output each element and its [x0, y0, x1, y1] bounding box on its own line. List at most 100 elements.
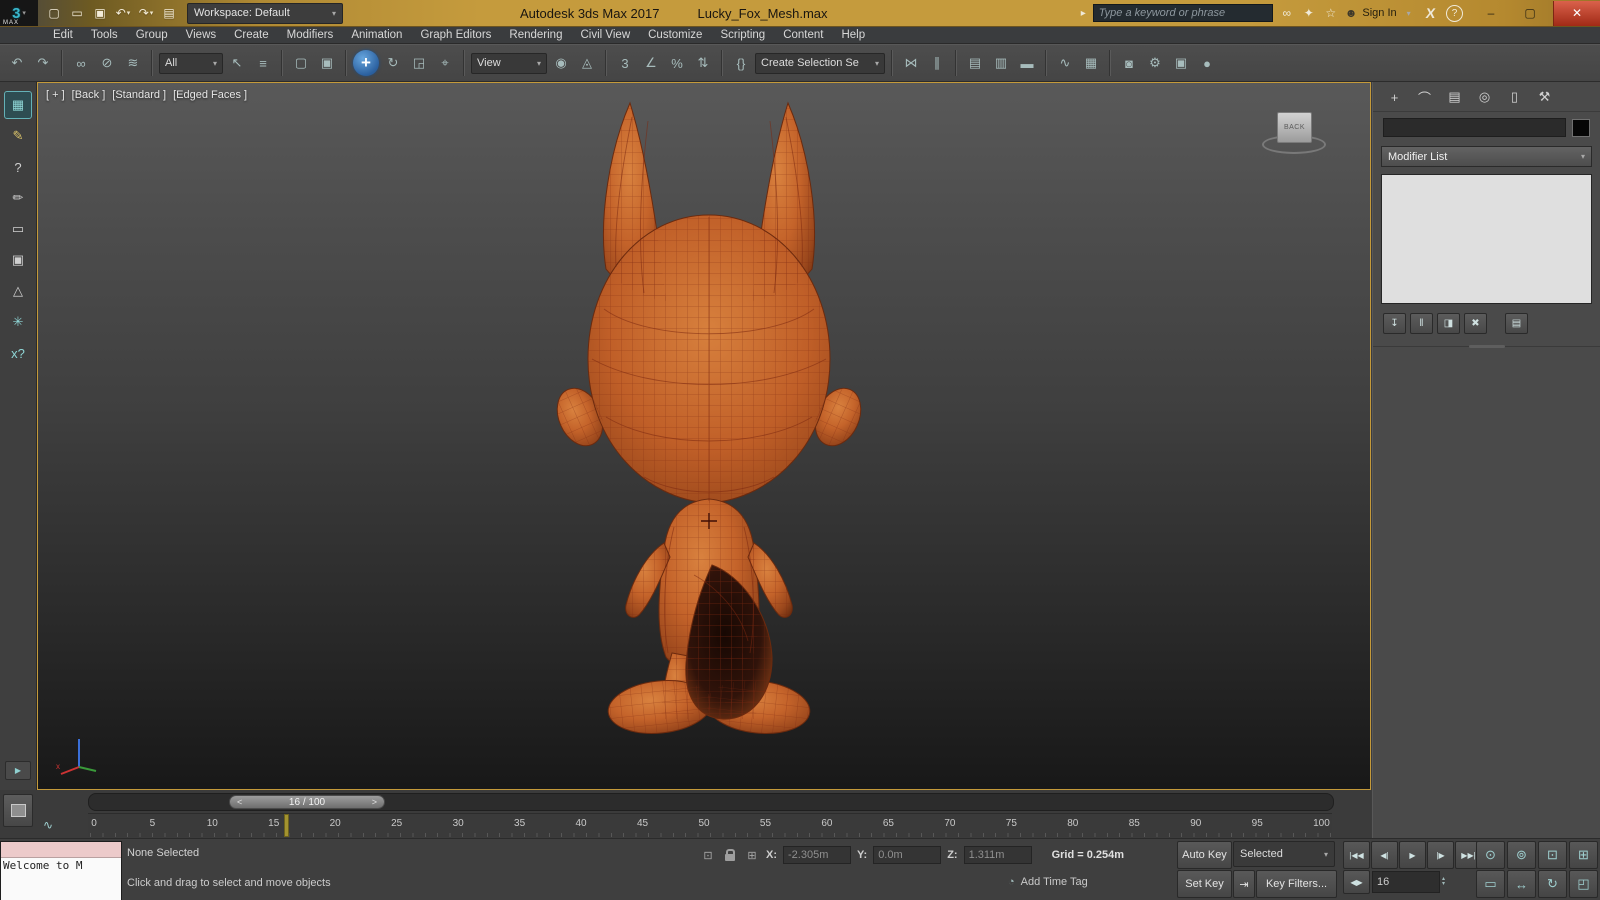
zoom-button[interactable]: ⊙ [1476, 841, 1505, 869]
zoom-extents-all-button[interactable]: ⊞ [1569, 841, 1598, 869]
window-crossing-toggle-icon[interactable]: ▣ [315, 51, 339, 75]
zoom-region-button[interactable]: ▭ [1476, 870, 1505, 898]
viewport-label-standard[interactable]: [Standard ] [112, 89, 166, 101]
communication-center-icon[interactable]: ✦ [1302, 6, 1316, 20]
snaps-toggle-icon[interactable]: 3 [613, 51, 637, 75]
menu-item-modifiers[interactable]: Modifiers [278, 26, 343, 44]
select-object-icon[interactable]: ↖ [225, 51, 249, 75]
named-selection-sets-dropdown[interactable]: Create Selection Se▾ [755, 53, 885, 74]
redo-icon[interactable]: ↷ [31, 51, 55, 75]
viewport-label-back[interactable]: [Back ] [72, 89, 106, 101]
previous-frame-arrow[interactable]: < [237, 797, 242, 807]
chevron-down-icon[interactable]: ▾ [150, 9, 154, 17]
mirror-icon[interactable]: ⋈ [899, 51, 923, 75]
selection-lock-icon[interactable] [722, 847, 738, 863]
grid-select-icon[interactable]: ▦ [5, 92, 31, 118]
time-slider-handle[interactable]: < 16 / 100 > [229, 795, 385, 809]
viewcube[interactable]: BACK [1262, 109, 1326, 157]
maxscript-mini-listener[interactable]: Welcome to M [0, 841, 122, 900]
spinner-down-icon[interactable]: ▾ [1442, 882, 1445, 887]
key-mode-toggle-button[interactable]: ◀▶ [1343, 870, 1370, 894]
modifier-list-dropdown[interactable]: Modifier List ▾ [1381, 146, 1592, 167]
viewport-label-edged-faces[interactable]: [Edged Faces ] [173, 89, 247, 101]
orbit-button[interactable]: ↻ [1538, 870, 1567, 898]
menu-item-create[interactable]: Create [225, 26, 278, 44]
reference-coordinate-system-dropdown[interactable]: View▾ [471, 53, 547, 74]
menu-item-customize[interactable]: Customize [639, 26, 711, 44]
maximize-viewport-toggle-button[interactable]: ◰ [1569, 870, 1598, 898]
remove-modifier-button[interactable]: ✖ [1464, 313, 1487, 334]
xy-query-icon[interactable]: x? [5, 340, 31, 366]
select-and-link-icon[interactable]: ∞ [69, 51, 93, 75]
render-production-icon[interactable]: ● [1195, 51, 1219, 75]
close-button[interactable]: ✕ [1553, 1, 1600, 26]
macro-recorder-pane[interactable] [1, 842, 121, 858]
x-position-field[interactable] [783, 846, 851, 864]
clone-stack-icon[interactable]: ▣ [5, 247, 31, 273]
display-tab[interactable]: ▯ [1503, 87, 1526, 107]
zoom-all-button[interactable]: ⊚ [1507, 841, 1536, 869]
rendered-frame-window-icon[interactable]: ▣ [1169, 51, 1193, 75]
configure-modifier-sets-button[interactable]: ▤ [1505, 313, 1528, 334]
rectangular-selection-region-icon[interactable]: ▢ [289, 51, 313, 75]
viewcube-face-back[interactable]: BACK [1277, 112, 1312, 143]
modify-tab[interactable]: ⌒ [1413, 87, 1436, 107]
minimize-button[interactable]: – [1475, 1, 1507, 26]
measure-box-icon[interactable]: ? [5, 154, 31, 180]
curve-editor-icon[interactable]: ∿ [1053, 51, 1077, 75]
track-bar-ruler[interactable]: 0510152025303540455055606570758085909510… [88, 813, 1332, 837]
make-unique-button[interactable]: ◨ [1437, 313, 1460, 334]
menu-item-edit[interactable]: Edit [44, 26, 82, 44]
object-name-field[interactable] [1383, 118, 1566, 137]
key-mode-dropdown[interactable]: Selected ▾ [1233, 841, 1335, 867]
go-to-start-button[interactable]: |◀◀ [1343, 841, 1370, 869]
restore-button[interactable]: ▢ [1514, 1, 1546, 26]
key-filters-button[interactable]: Key Filters... [1256, 870, 1337, 898]
bind-to-space-warp-icon[interactable]: ≋ [121, 51, 145, 75]
selection-filter-dropdown[interactable]: All▾ [159, 53, 223, 74]
search-input[interactable] [1093, 4, 1273, 22]
undo-icon[interactable]: ↶ [5, 51, 29, 75]
project-folder-button[interactable]: ▤ [160, 4, 178, 22]
select-by-name-icon[interactable]: ≡ [251, 51, 275, 75]
select-and-move-icon[interactable]: + [353, 50, 379, 76]
search-binoculars-icon[interactable]: ∞ [1280, 6, 1294, 20]
show-end-result-button[interactable]: ‖ [1410, 313, 1433, 334]
hierarchy-tab[interactable]: ▤ [1443, 87, 1466, 107]
sign-in-button[interactable]: ☻ Sign In ▾ [1345, 6, 1411, 20]
viewport-layout-tabs-button[interactable] [3, 794, 33, 827]
toggle-scene-explorer-icon[interactable]: ▤ [963, 51, 987, 75]
menu-item-animation[interactable]: Animation [342, 26, 411, 44]
angle-snap-icon[interactable]: ∠ [639, 51, 663, 75]
workspace-dropdown[interactable]: Workspace: Default ▾ [187, 3, 343, 24]
toggle-layer-explorer-icon[interactable]: ▥ [989, 51, 1013, 75]
material-editor-icon[interactable]: ◙ [1117, 51, 1141, 75]
set-key-button[interactable]: Set Key [1177, 870, 1232, 898]
zoom-extents-button[interactable]: ⊡ [1538, 841, 1567, 869]
snowflake-icon[interactable]: ✳ [5, 309, 31, 335]
cone-icon[interactable]: △ [5, 278, 31, 304]
modifier-stack-list[interactable] [1381, 174, 1592, 304]
brush-icon[interactable]: ✎ [5, 123, 31, 149]
spinner-snap-icon[interactable]: ⇅ [691, 51, 715, 75]
menu-item-content[interactable]: Content [774, 26, 832, 44]
fox-mesh-object[interactable] [544, 97, 874, 747]
create-tab[interactable]: + [1383, 87, 1406, 107]
select-and-manipulate-icon[interactable]: ◬ [575, 51, 599, 75]
y-position-field[interactable] [873, 846, 941, 864]
undo-button[interactable]: ↶▾ [114, 4, 132, 22]
frame-spinner[interactable]: ▴ ▾ [1442, 877, 1445, 887]
viewport-back[interactable]: [ + ][Back ][Standard ][Edged Faces ] [37, 82, 1371, 790]
previous-frame-button[interactable]: ◀| [1371, 841, 1398, 869]
select-and-scale-icon[interactable]: ◲ [407, 51, 431, 75]
menu-item-views[interactable]: Views [177, 26, 225, 44]
schematic-view-icon[interactable]: ▦ [1079, 51, 1103, 75]
menu-item-group[interactable]: Group [127, 26, 177, 44]
search-scope-arrow[interactable]: ▸ [1081, 8, 1086, 19]
play-animation-button[interactable]: ▶ [1399, 841, 1426, 869]
z-position-field[interactable] [964, 846, 1032, 864]
new-scene-button[interactable]: ▢ [45, 4, 63, 22]
open-file-button[interactable]: ▭ [68, 4, 86, 22]
menu-item-graph-editors[interactable]: Graph Editors [411, 26, 500, 44]
next-frame-button[interactable]: |▶ [1427, 841, 1454, 869]
